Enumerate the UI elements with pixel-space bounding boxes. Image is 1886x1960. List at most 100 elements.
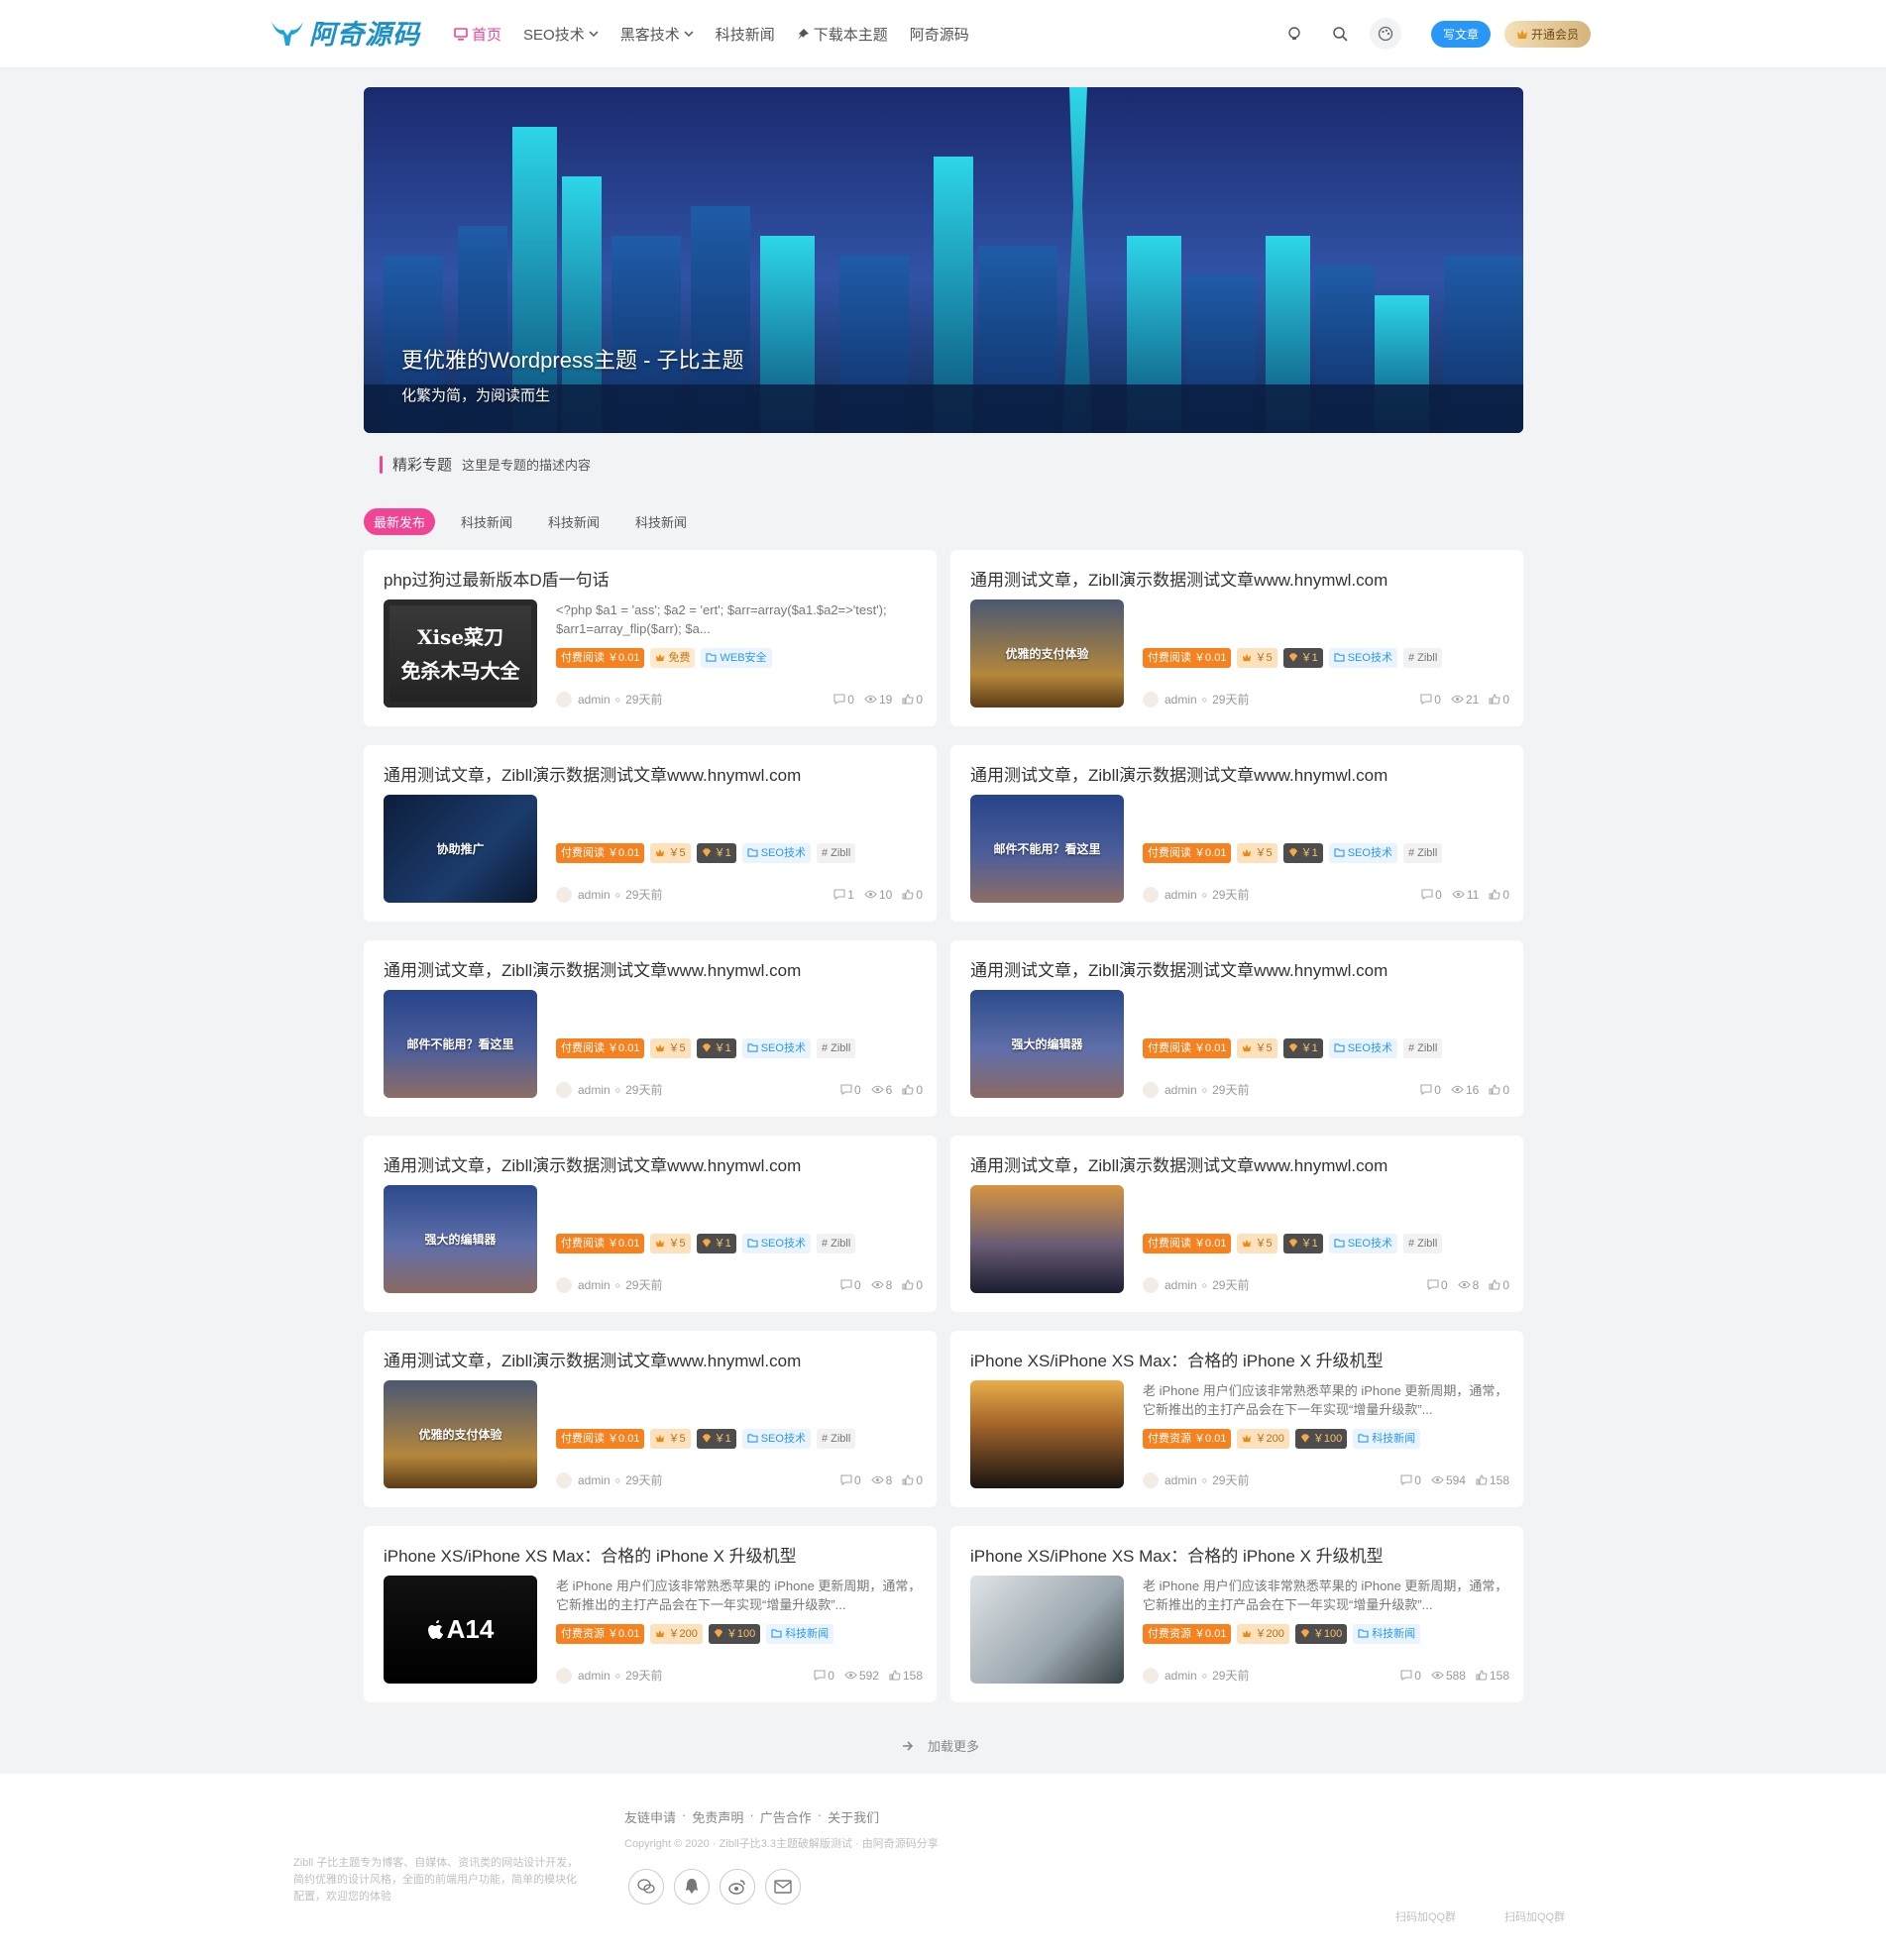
post-thumbnail[interactable]: 强大的编辑器 <box>970 990 1124 1098</box>
post-thumbnail[interactable]: 优雅的支付体验 <box>384 1380 537 1488</box>
post-card[interactable]: php过狗过最新版本D盾一句话 Xise菜刀 免杀木马大全 <?php $a1 = '… <box>364 550 937 726</box>
post-author[interactable]: admin <box>1165 1083 1197 1097</box>
avatar[interactable] <box>556 1081 572 1098</box>
post-card[interactable]: 通用测试文章，Zibll演示数据测试文章www.hnymwl.com 邮件不能用？… <box>950 745 1523 922</box>
post-badge[interactable]: SEO技术 <box>1328 648 1397 668</box>
post-card[interactable]: iPhone XS/iPhone XS Max：合格的 iPhone X 升级机… <box>950 1526 1523 1702</box>
hero-banner[interactable]: 更优雅的Wordpress主题 - 子比主题 化繁为简，为阅读而生 <box>364 87 1523 433</box>
post-thumbnail[interactable]: Xise菜刀 免杀木马大全 <box>384 599 537 708</box>
post-card[interactable]: 通用测试文章，Zibll演示数据测试文章www.hnymwl.com 强大的编辑器… <box>364 1136 937 1312</box>
post-thumbnail[interactable]: 优雅的支付体验 <box>970 599 1124 708</box>
post-badge[interactable]: # Zibll <box>816 1234 856 1253</box>
post-author[interactable]: admin <box>578 888 610 902</box>
footer-link-disclaimer[interactable]: 免责声明 <box>692 1807 743 1826</box>
post-thumbnail[interactable]: 邮件不能用？看这里 <box>384 990 537 1098</box>
post-thumbnail[interactable]: 邮件不能用？看这里 <box>970 795 1124 903</box>
post-thumbnail[interactable]: A14 <box>384 1576 537 1684</box>
nav-item-seo[interactable]: SEO技术 <box>523 24 599 45</box>
nav-item-tech-news[interactable]: 科技新闻 <box>716 24 775 45</box>
post-badge[interactable]: # Zibll <box>816 1429 856 1449</box>
post-badge[interactable]: SEO技术 <box>1328 1234 1397 1253</box>
tab-tech-news-1[interactable]: 科技新闻 <box>451 508 522 535</box>
like-count[interactable]: 0 <box>902 888 923 902</box>
like-count[interactable]: 0 <box>902 1278 923 1292</box>
post-title[interactable]: 通用测试文章，Zibll演示数据测试文章www.hnymwl.com <box>970 761 1387 786</box>
post-author[interactable]: admin <box>1165 693 1197 707</box>
post-badge[interactable]: SEO技术 <box>741 1038 811 1058</box>
search-button[interactable] <box>1324 18 1356 50</box>
qq-icon[interactable] <box>674 1869 710 1905</box>
email-icon[interactable] <box>765 1869 801 1905</box>
post-badge[interactable]: 科技新闻 <box>1353 1429 1421 1449</box>
avatar[interactable] <box>556 1276 572 1293</box>
post-thumbnail[interactable] <box>970 1185 1124 1293</box>
post-card[interactable]: iPhone XS/iPhone XS Max：合格的 iPhone X 升级机… <box>950 1331 1523 1507</box>
avatar[interactable] <box>556 1667 572 1684</box>
post-author[interactable]: admin <box>578 1473 610 1487</box>
post-title[interactable]: 通用测试文章，Zibll演示数据测试文章www.hnymwl.com <box>970 956 1387 981</box>
post-badge[interactable]: SEO技术 <box>741 1429 811 1449</box>
post-title[interactable]: 通用测试文章，Zibll演示数据测试文章www.hnymwl.com <box>384 1347 801 1371</box>
avatar[interactable] <box>1143 691 1159 708</box>
post-title[interactable]: 通用测试文章，Zibll演示数据测试文章www.hnymwl.com <box>970 566 1387 591</box>
post-author[interactable]: admin <box>578 1083 610 1097</box>
avatar[interactable] <box>556 1471 572 1488</box>
post-badge[interactable]: # Zibll <box>816 1038 856 1058</box>
avatar[interactable] <box>1143 1471 1159 1488</box>
nav-item-home[interactable]: 首页 <box>454 24 501 45</box>
post-badge[interactable]: # Zibll <box>1402 1038 1443 1058</box>
like-count[interactable]: 0 <box>902 1473 923 1487</box>
post-author[interactable]: admin <box>1165 1669 1197 1683</box>
post-thumbnail[interactable]: 强大的编辑器 <box>384 1185 537 1293</box>
tab-latest[interactable]: 最新发布 <box>364 508 436 535</box>
post-thumbnail[interactable] <box>970 1576 1124 1684</box>
avatar[interactable] <box>556 691 572 708</box>
footer-link-ads[interactable]: 广告合作 <box>760 1807 812 1826</box>
post-thumbnail[interactable]: 协助推广 <box>384 795 537 903</box>
tab-tech-news-3[interactable]: 科技新闻 <box>625 508 697 535</box>
post-thumbnail[interactable] <box>970 1380 1124 1488</box>
post-card[interactable]: 通用测试文章，Zibll演示数据测试文章www.hnymwl.com 优雅的支付体… <box>364 1331 937 1507</box>
avatar[interactable] <box>1143 1667 1159 1684</box>
wechat-icon[interactable] <box>628 1869 664 1905</box>
post-title[interactable]: 通用测试文章，Zibll演示数据测试文章www.hnymwl.com <box>384 956 801 981</box>
post-title[interactable]: 通用测试文章，Zibll演示数据测试文章www.hnymwl.com <box>384 1151 801 1176</box>
like-count[interactable]: 0 <box>1489 1083 1509 1097</box>
post-title[interactable]: iPhone XS/iPhone XS Max：合格的 iPhone X 升级机… <box>970 1542 1384 1567</box>
footer-link-friend[interactable]: 友链申请 <box>624 1807 676 1826</box>
post-author[interactable]: admin <box>578 1278 610 1292</box>
post-badge[interactable]: SEO技术 <box>741 843 811 863</box>
post-card[interactable]: 通用测试文章，Zibll演示数据测试文章www.hnymwl.com 优雅的支付体… <box>950 550 1523 726</box>
post-badge[interactable]: 科技新闻 <box>766 1624 834 1644</box>
post-badge[interactable]: 科技新闻 <box>1353 1624 1421 1644</box>
theme-toggle-button[interactable] <box>1278 18 1310 50</box>
like-count[interactable]: 0 <box>902 1083 923 1097</box>
post-badge[interactable]: # Zibll <box>1402 648 1443 668</box>
site-logo[interactable]: 阿奇源码 <box>270 13 420 52</box>
like-count[interactable]: 158 <box>1476 1473 1509 1487</box>
post-title[interactable]: iPhone XS/iPhone XS Max：合格的 iPhone X 升级机… <box>384 1542 797 1567</box>
nav-item-download[interactable]: 下载本主题 <box>797 24 888 45</box>
post-card[interactable]: 通用测试文章，Zibll演示数据测试文章www.hnymwl.com 邮件不能用？… <box>364 940 937 1117</box>
avatar[interactable] <box>1143 1276 1159 1293</box>
write-article-button[interactable]: 写文章 <box>1430 20 1491 48</box>
post-badge[interactable]: SEO技术 <box>741 1234 811 1253</box>
like-count[interactable]: 0 <box>1489 888 1509 902</box>
post-card[interactable]: 通用测试文章，Zibll演示数据测试文章www.hnymwl.com 付费阅读 ￥… <box>950 1136 1523 1312</box>
tab-tech-news-2[interactable]: 科技新闻 <box>538 508 610 535</box>
post-title[interactable]: php过狗过最新版本D盾一句话 <box>384 566 610 591</box>
nav-item-aqi[interactable]: 阿奇源码 <box>910 24 969 45</box>
post-badge[interactable]: SEO技术 <box>1328 843 1397 863</box>
post-card[interactable]: 通用测试文章，Zibll演示数据测试文章www.hnymwl.com 协助推广 付费… <box>364 745 937 922</box>
like-count[interactable]: 0 <box>1489 1278 1509 1292</box>
post-title[interactable]: iPhone XS/iPhone XS Max：合格的 iPhone X 升级机… <box>970 1347 1384 1371</box>
post-title[interactable]: 通用测试文章，Zibll演示数据测试文章www.hnymwl.com <box>970 1151 1387 1176</box>
post-author[interactable]: admin <box>1165 1473 1197 1487</box>
avatar[interactable] <box>1143 886 1159 903</box>
post-badge[interactable]: SEO技术 <box>1328 1038 1397 1058</box>
load-more-button[interactable]: 加载更多 <box>902 1736 979 1755</box>
post-badge[interactable]: WEB安全 <box>701 648 772 668</box>
footer-link-about[interactable]: 关于我们 <box>828 1807 879 1826</box>
post-author[interactable]: admin <box>1165 1278 1197 1292</box>
palette-button[interactable] <box>1369 18 1401 50</box>
